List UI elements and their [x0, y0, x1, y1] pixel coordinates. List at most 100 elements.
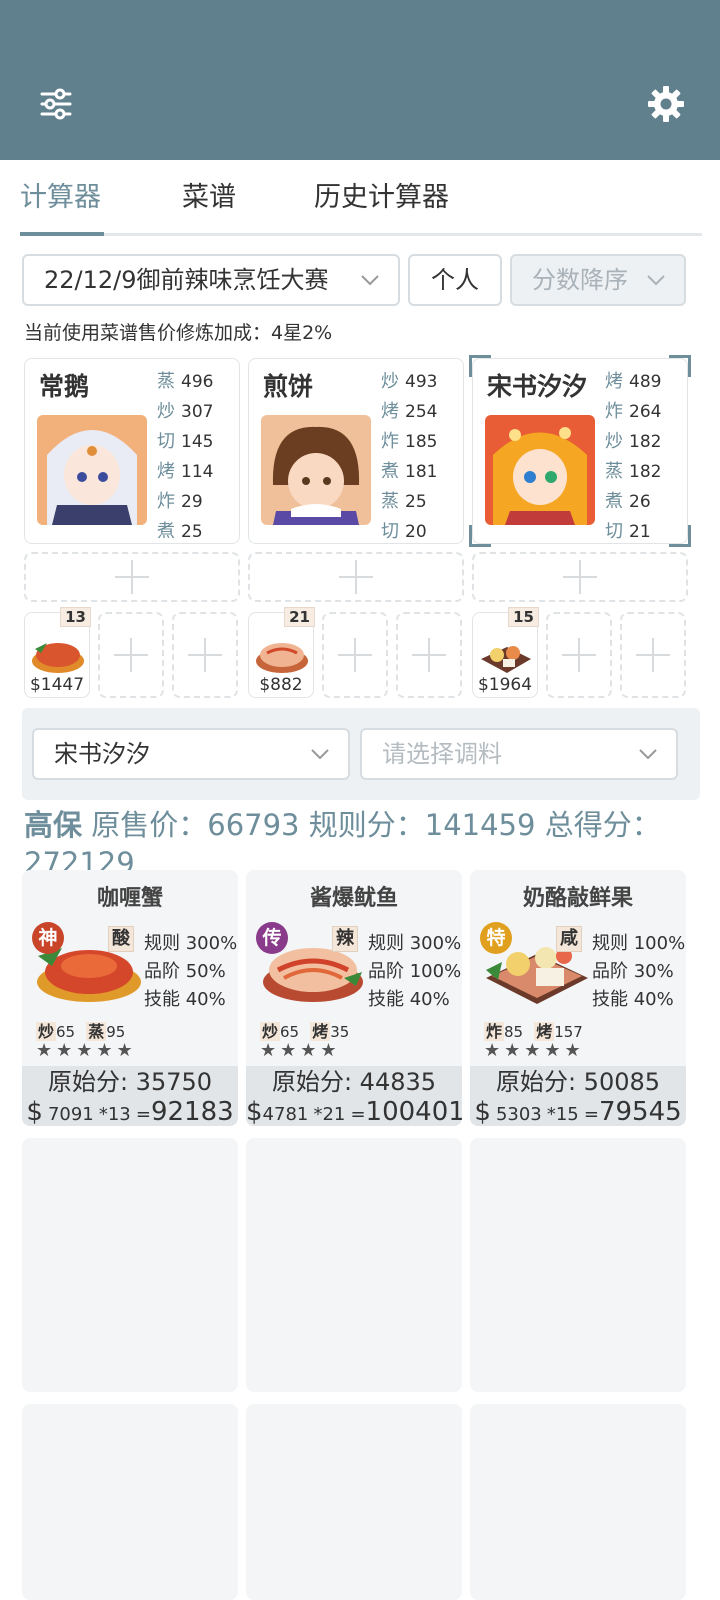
- sliders-icon: [40, 88, 72, 120]
- dish-price: $1447: [29, 675, 85, 695]
- plus-icon: [412, 638, 446, 672]
- chevron-down-icon: [361, 275, 379, 286]
- recipe-card[interactable]: 咖喱蟹 神 酸 规则 300% 品阶 50% 技能 40% 炒 65 蒸 95 ★★…: [22, 870, 238, 1126]
- event-select[interactable]: 22/12/9御前辣味烹饪大赛: [22, 254, 400, 306]
- chef-card[interactable]: 煎饼 炒 493 烤 254 炸 185 煮 181 蒸 25 切 20: [248, 358, 464, 544]
- selection-corner: [469, 525, 491, 547]
- add-dish-slot[interactable]: [98, 612, 164, 698]
- empty-recipe-card[interactable]: [470, 1404, 686, 1600]
- add-dish-slot[interactable]: [172, 612, 238, 698]
- recipe-stats: 规则 300% 品阶 50% 技能 40%: [144, 933, 238, 1010]
- add-dish-slot[interactable]: [322, 612, 388, 698]
- plus-icon: [339, 560, 373, 594]
- dish-quantity-badge: 13: [60, 607, 91, 627]
- dish-quantity-badge: 21: [284, 607, 315, 627]
- seasoning-select[interactable]: 请选择调料: [360, 728, 678, 780]
- dish-image: [32, 643, 84, 673]
- rarity-badge: 神: [32, 922, 64, 954]
- tab-calculator[interactable]: 计算器: [20, 176, 101, 236]
- active-tab-indicator: [20, 232, 104, 236]
- recipe-card[interactable]: 奶酪敲鲜果 特 咸 规则 100% 品阶 30% 技能 40% 炸 85 烤 157…: [470, 870, 686, 1126]
- add-dish-slot[interactable]: [396, 612, 462, 698]
- plus-icon: [562, 638, 596, 672]
- chevron-down-icon: [311, 749, 329, 760]
- add-equipment-slot[interactable]: [24, 552, 240, 602]
- recipe-score-panel: 原始分: 35750 $ 7091 *13 =92183: [22, 1066, 238, 1126]
- chef-card[interactable]: 常鹅 蒸 496 炒 307 切 145 烤 114 炸 29 煮 25: [24, 358, 240, 544]
- star-rating: ★★★★★: [36, 1040, 137, 1061]
- plus-icon: [114, 638, 148, 672]
- sort-select[interactable]: 分数降序: [510, 254, 686, 306]
- summary-label: 高保: [24, 808, 83, 842]
- chef-avatar: [485, 415, 595, 525]
- event-select-value: 22/12/9御前辣味烹饪大赛: [44, 266, 329, 294]
- mode-select[interactable]: 个人: [408, 254, 502, 306]
- empty-recipe-card[interactable]: [246, 1404, 462, 1600]
- star-rating: ★★★★★: [484, 1040, 585, 1061]
- plus-icon: [115, 560, 149, 594]
- empty-recipe-card[interactable]: [470, 1138, 686, 1392]
- chef-name: 宋书汐汐: [487, 372, 588, 401]
- practice-bonus-text: 当前使用菜谱售价修炼加成：4星2%: [24, 322, 333, 344]
- recipe-name: 酱爆鱿鱼: [309, 886, 398, 911]
- chef-skills: 炒 493 烤 254 炸 185 煮 181 蒸 25 切 20: [381, 371, 438, 542]
- add-dish-slot[interactable]: [620, 612, 686, 698]
- recipe-card[interactable]: 酱爆鱿鱼 传 辣 规则 300% 品阶 100% 技能 40% 炒 65 烤 35 …: [246, 870, 462, 1126]
- seasoning-placeholder: 请选择调料: [382, 740, 502, 768]
- chef-filter-select[interactable]: 宋书汐汐: [32, 728, 350, 780]
- chevron-down-icon: [647, 275, 665, 286]
- original-score: 原始分: 35750: [47, 1068, 213, 1096]
- score-calculation: $4781 *21 =100401: [246, 1097, 462, 1126]
- empty-recipe-card[interactable]: [246, 1138, 462, 1392]
- dish-price: $882: [259, 675, 303, 695]
- chef-card-selected[interactable]: 宋书汐汐 烤 489 炸 264 炒 182 蒸 182 煮 26 切 21: [469, 355, 691, 547]
- recipe-skill-requirements: 炒 65 蒸 95: [36, 1022, 126, 1041]
- app-bar: [0, 0, 720, 160]
- selected-dish-slot[interactable]: 13 $1447: [24, 607, 91, 698]
- gear-icon: [648, 86, 684, 122]
- recipe-name: 奶酪敲鲜果: [522, 886, 633, 911]
- chef-skills: 蒸 496 炒 307 切 145 烤 114 炸 29 煮 25: [157, 371, 214, 542]
- selected-dish-slot[interactable]: 15 $1964: [472, 607, 539, 698]
- chef-filter-value: 宋书汐汐: [54, 740, 150, 768]
- sort-select-value: 分数降序: [532, 266, 628, 294]
- plus-icon: [338, 638, 372, 672]
- original-score: 原始分: 50085: [495, 1068, 661, 1096]
- mode-select-value: 个人: [431, 266, 479, 294]
- dish-image: [256, 643, 308, 673]
- add-dish-slot[interactable]: [546, 612, 612, 698]
- chef-name: 常鹅: [39, 372, 90, 401]
- chef-avatar: [37, 415, 147, 525]
- dish-quantity-badge: 15: [508, 607, 539, 627]
- empty-recipe-card[interactable]: [22, 1404, 238, 1600]
- star-rating: ★★★★: [260, 1040, 341, 1061]
- recipe-filter-panel: 宋书汐汐 请选择调料: [22, 708, 700, 800]
- flavor-badge: 酸: [108, 926, 134, 952]
- plus-icon: [188, 638, 222, 672]
- plus-icon: [636, 638, 670, 672]
- tab-bar: 计算器 菜谱 历史计算器: [20, 176, 702, 236]
- recipe-skill-requirements: 炒 65 烤 35: [260, 1022, 350, 1041]
- recipe-skill-requirements: 炸 85 烤 157: [484, 1022, 583, 1041]
- recipe-stats: 规则 300% 品阶 100% 技能 40%: [368, 933, 462, 1010]
- chevron-down-icon: [639, 749, 657, 760]
- flavor-badge: 辣: [332, 926, 358, 952]
- flavor-badge: 咸: [556, 926, 582, 952]
- settings-button[interactable]: [644, 82, 688, 126]
- rarity-badge: 传: [256, 922, 288, 954]
- empty-recipe-card[interactable]: [22, 1138, 238, 1392]
- chef-skills: 烤 489 炸 264 炒 182 蒸 182 煮 26 切 21: [605, 371, 662, 542]
- recipe-stats: 规则 100% 品阶 30% 技能 40%: [592, 933, 686, 1010]
- plus-icon: [563, 560, 597, 594]
- tab-recipes[interactable]: 菜谱: [182, 176, 236, 236]
- recipe-name: 咖喱蟹: [96, 886, 163, 911]
- tab-history-calculator[interactable]: 历史计算器: [314, 176, 449, 236]
- recipe-score-panel: 原始分: 50085 $ 5303 *15 =79545: [470, 1066, 686, 1126]
- original-price: 66793: [207, 808, 300, 842]
- add-equipment-slot[interactable]: [472, 552, 688, 602]
- rule-score: 141459: [424, 808, 536, 842]
- filter-settings-button[interactable]: [34, 82, 78, 126]
- add-equipment-slot[interactable]: [248, 552, 464, 602]
- dish-price: $1964: [477, 675, 533, 695]
- selected-dish-slot[interactable]: 21 $882: [248, 607, 315, 698]
